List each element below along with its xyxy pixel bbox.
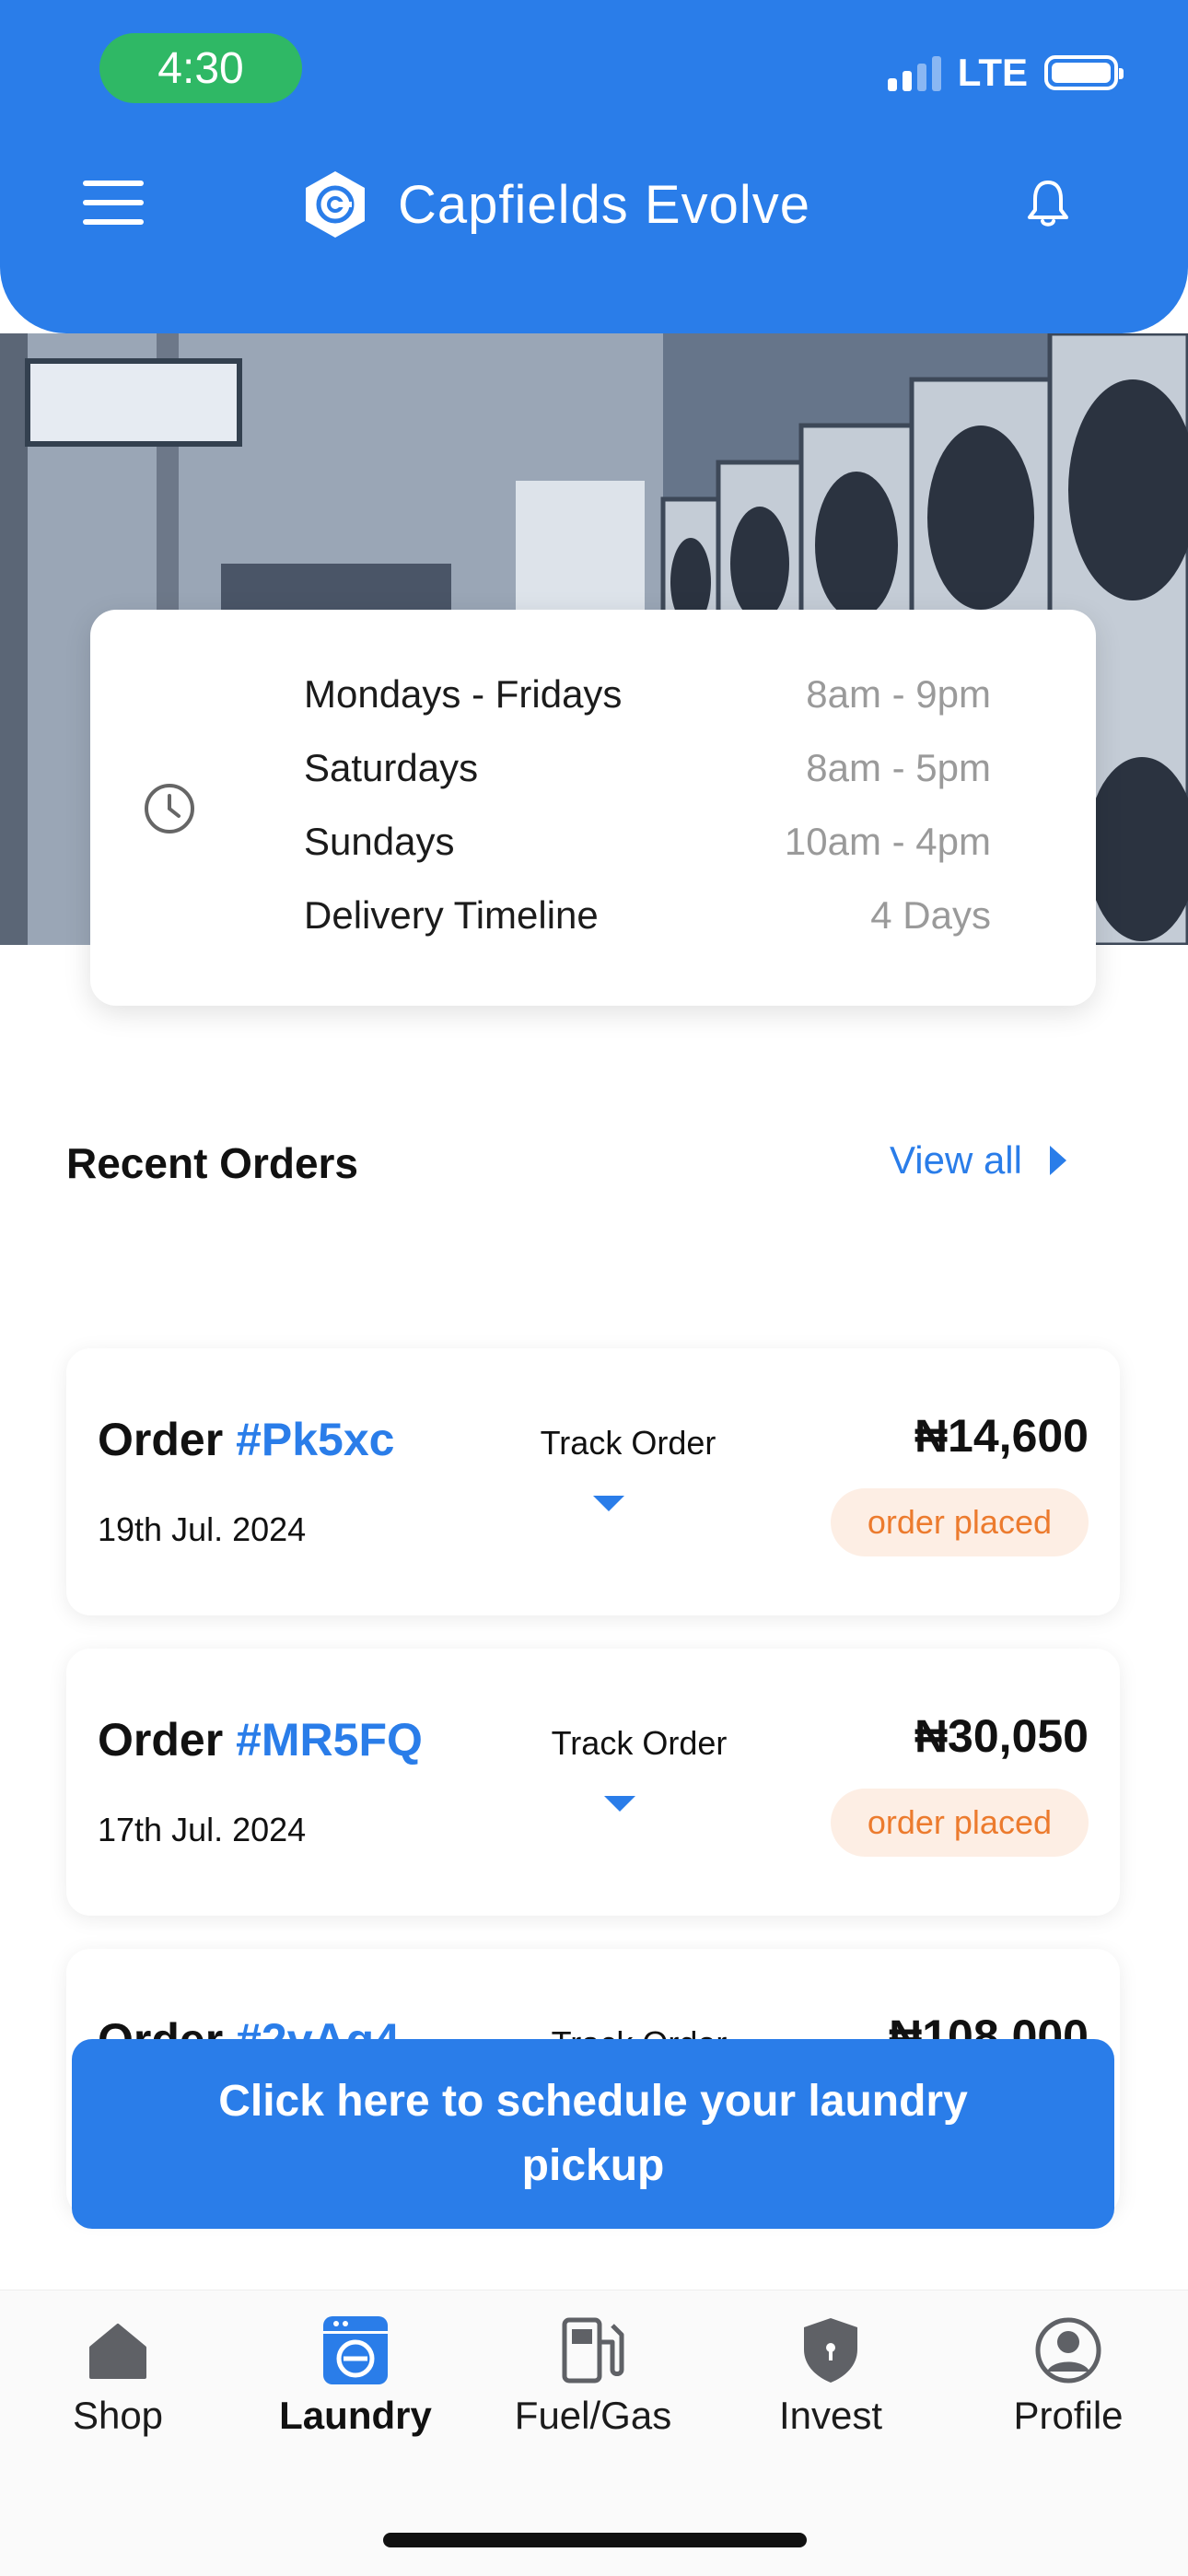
order-amount: ₦30,050 — [914, 1710, 1089, 1762]
order-title: Order #MR5FQ — [98, 1713, 423, 1766]
hours-time: 4 Days — [870, 893, 991, 937]
track-order-button[interactable]: Track Order — [510, 1724, 768, 1763]
order-date: 19th Jul. 2024 — [98, 1510, 307, 1548]
capfields-logo-icon — [306, 171, 365, 238]
status-time: 4:30 — [99, 33, 302, 103]
hours-day: Delivery Timeline — [304, 893, 599, 937]
user-icon — [1035, 2317, 1101, 2384]
status-indicators: LTE — [887, 41, 1124, 105]
tab-label: Profile — [1013, 2394, 1124, 2437]
home-icon — [89, 2324, 146, 2379]
order-card[interactable]: Order #Pk5xc 19th Jul. 2024 Track Order … — [66, 1348, 1120, 1615]
order-label: Order — [98, 1414, 224, 1465]
tab-shop[interactable]: Shop — [7, 2314, 228, 2438]
hours-time: 8am - 5pm — [806, 746, 991, 789]
order-status-badge: order placed — [830, 1488, 1089, 1556]
opening-hours-card: Mondays - Fridays 8am - 9pm Saturdays 8a… — [90, 610, 1096, 1006]
menu-icon[interactable] — [83, 181, 144, 225]
schedule-pickup-button[interactable]: Click here to schedule your laundry pick… — [72, 2039, 1114, 2229]
network-type: LTE — [957, 51, 1028, 94]
tab-invest[interactable]: Invest — [720, 2314, 941, 2438]
hours-time: 10am - 4pm — [784, 820, 991, 863]
hours-day: Sundays — [304, 820, 455, 863]
brand: Capfields Evolve — [300, 169, 810, 239]
tab-label: Fuel/Gas — [514, 2394, 672, 2437]
order-title: Order #Pk5xc — [98, 1413, 394, 1466]
shield-icon — [804, 2318, 857, 2383]
home-indicator — [383, 2533, 807, 2547]
tab-label: Invest — [778, 2394, 883, 2437]
order-card[interactable]: Order #MR5FQ 17th Jul. 2024 Track Order … — [66, 1649, 1120, 1916]
order-date: 17th Jul. 2024 — [98, 1811, 307, 1848]
tab-laundry[interactable]: Laundry — [245, 2314, 466, 2438]
app-title: Capfields Evolve — [398, 174, 810, 235]
clock-icon — [145, 784, 194, 833]
hours-time: 8am - 9pm — [806, 672, 991, 716]
chevron-right-icon — [1049, 1146, 1066, 1175]
notification-bell-icon[interactable] — [1019, 175, 1077, 234]
tab-label: Laundry — [279, 2394, 432, 2437]
recent-orders-title: Recent Orders — [66, 1139, 359, 1187]
washing-machine-icon — [323, 2316, 388, 2384]
hours-row: Sundays 10am - 4pm — [304, 814, 991, 869]
caret-down-icon[interactable] — [604, 1796, 635, 1812]
order-label: Order — [98, 1714, 224, 1766]
tab-label: Shop — [72, 2394, 164, 2437]
hours-day: Mondays - Fridays — [304, 672, 623, 716]
order-status-badge: order placed — [830, 1789, 1089, 1857]
app-header: 4:30 LTE Capfields Evolve — [0, 0, 1188, 333]
hours-row: Delivery Timeline 4 Days — [304, 888, 991, 943]
fuel-pump-icon — [562, 2317, 624, 2384]
signal-icon — [887, 54, 941, 91]
order-id: #MR5FQ — [236, 1714, 423, 1766]
order-id: #Pk5xc — [236, 1414, 395, 1465]
tab-fuel-gas[interactable]: Fuel/Gas — [483, 2314, 704, 2438]
view-all-label: View all — [890, 1138, 1022, 1182]
battery-icon — [1044, 55, 1124, 90]
tab-profile[interactable]: Profile — [958, 2314, 1179, 2438]
hours-day: Saturdays — [304, 746, 479, 789]
hours-row: Saturdays 8am - 5pm — [304, 740, 991, 796]
caret-down-icon[interactable] — [593, 1496, 624, 1511]
view-all-link[interactable]: View all — [890, 1138, 1066, 1183]
track-order-button[interactable]: Track Order — [499, 1424, 757, 1463]
hours-row: Mondays - Fridays 8am - 9pm — [304, 667, 991, 722]
order-amount: ₦14,600 — [914, 1410, 1089, 1462]
schedule-pickup-label: Click here to schedule your laundry pick… — [218, 2077, 968, 2190]
